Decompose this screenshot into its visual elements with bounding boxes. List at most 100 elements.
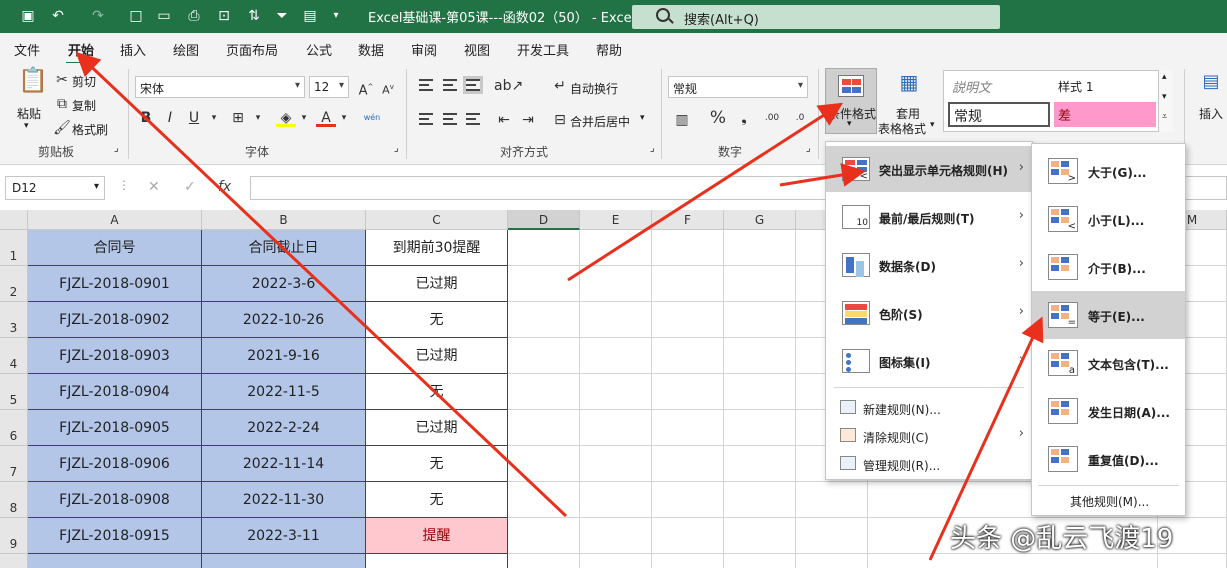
row-header[interactable]: 2	[0, 266, 28, 302]
merge-center-button[interactable]: 合并后居中	[570, 113, 630, 130]
tab-developer[interactable]: 开发工具	[517, 40, 569, 59]
underline-dropdown-icon[interactable]: ▾	[204, 109, 224, 127]
submenu-item-date-occurring[interactable]: 发生日期(A)...	[1032, 387, 1185, 435]
paste-dropdown-icon[interactable]: ▾	[24, 121, 29, 131]
new-file-icon[interactable]: □	[126, 6, 146, 26]
sort-icon[interactable]: ⇅	[244, 6, 264, 26]
empty-cell[interactable]	[724, 482, 796, 518]
empty-cell[interactable]	[724, 266, 796, 302]
style-explanatory[interactable]: 説明文	[952, 77, 991, 96]
table-cell[interactable]: FJZL-2018-0908	[28, 482, 202, 518]
align-middle-icon[interactable]	[443, 79, 457, 91]
menu-item-new-rule[interactable]: 新建规则(N)...	[826, 394, 1032, 422]
row-header[interactable]: 5	[0, 374, 28, 410]
table-cell[interactable]: 2022-3-11	[202, 518, 366, 554]
menu-item-top-bottom-rules[interactable]: 最前/最后规则(T) ›	[826, 194, 1032, 240]
table-cell[interactable]: FJZL-2018-0902	[28, 302, 202, 338]
row-header[interactable]: 4	[0, 338, 28, 374]
copy-button[interactable]: 复制	[72, 97, 96, 114]
tab-data[interactable]: 数据	[358, 40, 384, 59]
column-header-g[interactable]: G	[724, 210, 796, 230]
align-bottom-icon[interactable]	[463, 76, 483, 94]
insert-cells-button[interactable]: 插入	[1199, 105, 1223, 122]
table-cell[interactable]: 无	[366, 446, 508, 482]
bold-button[interactable]: B	[136, 109, 156, 127]
table-cell[interactable]	[28, 554, 202, 568]
increase-decimal-icon[interactable]: .00	[762, 109, 782, 127]
column-header-a[interactable]: A	[28, 210, 202, 230]
row-header[interactable]: 1	[0, 230, 28, 266]
decrease-indent-icon[interactable]: ⇤	[494, 111, 514, 129]
filter-icon[interactable]: ⏷	[272, 6, 292, 26]
chevron-down-icon[interactable]: ▾	[1162, 92, 1167, 102]
italic-button[interactable]: I	[160, 109, 180, 127]
merge-dropdown-icon[interactable]: ▾	[640, 113, 645, 123]
row-header[interactable]: 7	[0, 446, 28, 482]
menu-item-color-scales[interactable]: 色阶(S) ›	[826, 290, 1032, 336]
style-bad[interactable]: 差	[1054, 102, 1156, 127]
empty-cell[interactable]	[508, 446, 580, 482]
empty-cell[interactable]	[580, 302, 652, 338]
table-cell[interactable]: FJZL-2018-0915	[28, 518, 202, 554]
column-header-f[interactable]: F	[652, 210, 724, 230]
empty-cell[interactable]	[652, 230, 724, 266]
table-cell[interactable]	[202, 554, 366, 568]
submenu-item-greater-than[interactable]: 大于(G)...	[1032, 147, 1185, 195]
tab-help[interactable]: 帮助	[596, 40, 622, 59]
customize-toolbar-icon[interactable]: ▾	[326, 6, 346, 26]
font-color-icon[interactable]: A	[316, 109, 336, 127]
empty-cell[interactable]	[580, 446, 652, 482]
table-cell[interactable]: 提醒	[366, 518, 508, 554]
borders-dropdown-icon[interactable]: ▾	[248, 109, 268, 127]
table-cell[interactable]: 无	[366, 482, 508, 518]
menu-item-highlight-rules[interactable]: 突出显示单元格规则(H) ›	[826, 146, 1032, 192]
font-size-select[interactable]: 12 ▾	[309, 76, 349, 98]
comma-style-icon[interactable]: ❟	[734, 109, 754, 127]
tab-review[interactable]: 审阅	[411, 40, 437, 59]
increase-indent-icon[interactable]: ⇥	[518, 111, 538, 129]
style-1[interactable]: 样式 1	[1058, 78, 1093, 95]
table-cell[interactable]: 无	[366, 374, 508, 410]
empty-cell[interactable]	[508, 302, 580, 338]
table-cell[interactable]: 已过期	[366, 266, 508, 302]
empty-cell[interactable]	[652, 554, 724, 568]
table-cell[interactable]: FJZL-2018-0904	[28, 374, 202, 410]
empty-cell[interactable]	[652, 338, 724, 374]
table-cell[interactable]: FJZL-2018-0901	[28, 266, 202, 302]
empty-cell[interactable]	[652, 410, 724, 446]
tab-formulas[interactable]: 公式	[306, 40, 332, 59]
table-cell[interactable]: 无	[366, 302, 508, 338]
font-name-select[interactable]: 宋体 ▾	[135, 76, 305, 98]
empty-cell[interactable]	[652, 446, 724, 482]
form-icon[interactable]: ▤	[300, 6, 320, 26]
open-folder-icon[interactable]: ▭	[154, 6, 174, 26]
header-cell[interactable]: 到期前30提醒	[366, 230, 508, 266]
clipboard-launcher-icon[interactable]: ⌟	[114, 143, 119, 154]
table-cell[interactable]: 2022-3-6	[202, 266, 366, 302]
orientation-icon[interactable]: ab↗	[494, 77, 523, 95]
alignment-launcher-icon[interactable]: ⌟	[650, 143, 655, 154]
empty-cell[interactable]	[724, 374, 796, 410]
empty-cell[interactable]	[724, 230, 796, 266]
table-cell[interactable]: FJZL-2018-0906	[28, 446, 202, 482]
empty-cell[interactable]	[1158, 554, 1227, 568]
empty-cell[interactable]	[652, 518, 724, 554]
number-format-select[interactable]: 常规 ▾	[668, 76, 808, 98]
column-header-c[interactable]: C	[366, 210, 508, 230]
empty-cell[interactable]	[580, 518, 652, 554]
column-header-d[interactable]: D	[508, 210, 580, 230]
row-header[interactable]: 8	[0, 482, 28, 518]
align-center-icon[interactable]	[443, 113, 457, 125]
percent-button[interactable]: %	[708, 109, 728, 127]
empty-cell[interactable]	[508, 554, 580, 568]
table-cell[interactable]: 已过期	[366, 338, 508, 374]
align-right-icon[interactable]	[466, 113, 480, 125]
number-launcher-icon[interactable]: ⌟	[806, 143, 811, 154]
font-color-dropdown-icon[interactable]: ▾	[334, 109, 354, 127]
name-box[interactable]: D12 ▾	[5, 176, 105, 200]
empty-cell[interactable]	[508, 374, 580, 410]
currency-icon[interactable]: ▥	[672, 111, 692, 129]
empty-cell[interactable]	[724, 518, 796, 554]
gallery-more-icon[interactable]: ⩡	[1162, 112, 1167, 122]
empty-cell[interactable]	[508, 482, 580, 518]
